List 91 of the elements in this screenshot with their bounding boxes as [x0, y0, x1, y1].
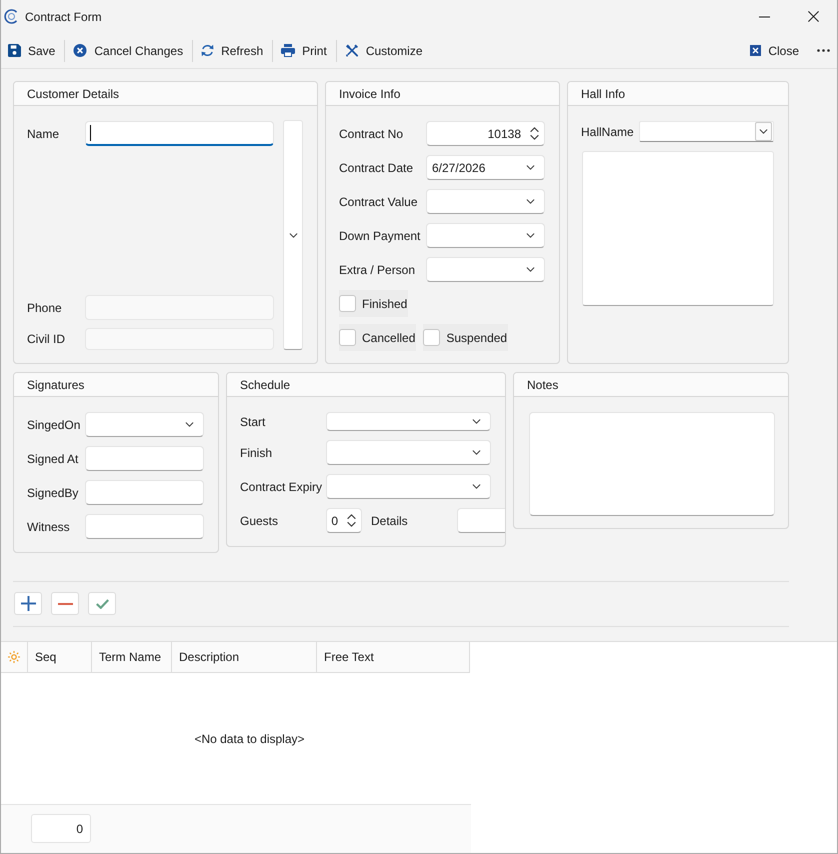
- checkbox-option[interactable]: Suspended: [423, 324, 508, 351]
- sun-icon[interactable]: [8, 651, 20, 663]
- spin-arrows-icon[interactable]: [347, 514, 356, 527]
- field-label: Signed At: [27, 452, 80, 466]
- dropdown-field[interactable]: [85, 412, 204, 437]
- field-label: SingedOn: [27, 418, 82, 432]
- field-label: Contract Value: [339, 194, 418, 208]
- chevron-down-icon: [288, 232, 298, 238]
- text-field[interactable]: [85, 514, 204, 539]
- plus-icon: [20, 596, 36, 611]
- close-button[interactable]: Close: [750, 38, 799, 62]
- customize-button[interactable]: Customize: [344, 38, 422, 62]
- cancel-icon: [73, 44, 88, 57]
- checkbox-option[interactable]: Cancelled: [339, 324, 416, 351]
- checkbox[interactable]: [339, 329, 356, 346]
- dropdown-field[interactable]: [326, 440, 491, 465]
- list-box[interactable]: [582, 151, 774, 306]
- spin-field[interactable]: 10138: [426, 121, 545, 146]
- empty-message: <No data to display>: [194, 732, 305, 746]
- dropdown-field[interactable]: [426, 189, 545, 214]
- print-button[interactable]: Print: [281, 38, 327, 62]
- chevron-down-icon: [472, 484, 481, 489]
- panel-header: Notes: [514, 373, 788, 397]
- chevron-down-icon: [526, 199, 535, 204]
- spin-field[interactable]: 0: [326, 508, 362, 533]
- field-label: Civil ID: [27, 332, 66, 346]
- chevron-down-icon: [759, 129, 768, 134]
- confirm-button[interactable]: [88, 592, 116, 615]
- field-label: Name: [27, 126, 60, 140]
- dropdown-field[interactable]: [326, 474, 491, 499]
- check-icon: [96, 598, 108, 608]
- refresh-button[interactable]: Refresh: [201, 38, 264, 62]
- dropdown-field[interactable]: [639, 121, 774, 142]
- field-label: Down Payment: [339, 228, 422, 242]
- panel-header: Hall Info: [568, 82, 788, 106]
- panel-header: Schedule: [227, 373, 505, 397]
- spin-arrows-icon[interactable]: [530, 127, 539, 140]
- panel-header: Invoice Info: [326, 82, 559, 106]
- refresh-icon: [201, 44, 214, 57]
- field-label: Finish: [240, 446, 274, 460]
- chevron-down-icon: [526, 233, 535, 238]
- chevron-down-icon: [526, 165, 535, 170]
- field-label: Phone: [27, 300, 63, 314]
- field-label: SignedBy: [27, 486, 80, 500]
- printer-icon: [281, 44, 296, 57]
- chevron-down-icon: [185, 422, 194, 427]
- field-label: Details: [371, 514, 409, 528]
- checkbox-option[interactable]: Finished: [339, 290, 408, 317]
- add-button[interactable]: [14, 592, 42, 615]
- checkbox[interactable]: [339, 295, 356, 312]
- panel-header: Customer Details: [14, 82, 317, 106]
- close-icon[interactable]: [808, 11, 819, 22]
- field-label: Guests: [240, 514, 280, 528]
- tools-icon: [344, 44, 359, 57]
- logo-icon: [4, 9, 19, 24]
- minimize-icon[interactable]: [759, 16, 770, 18]
- dropdown-field[interactable]: [426, 223, 545, 248]
- minus-icon: [58, 602, 72, 604]
- field-label: Start: [240, 414, 266, 428]
- cancel-changes-button[interactable]: Cancel Changes: [73, 38, 184, 62]
- column-header[interactable]: Free Text: [317, 642, 470, 672]
- summary-cell: 0: [31, 814, 91, 843]
- field-label: Witness: [27, 520, 71, 534]
- save-button[interactable]: Save: [8, 38, 56, 62]
- field-label: Extra / Person: [339, 262, 416, 276]
- window-title: Contract Form: [25, 10, 102, 24]
- field-label: HallName: [581, 124, 635, 138]
- column-header[interactable]: Description: [172, 642, 317, 672]
- chevron-down-icon: [472, 419, 481, 424]
- column-header[interactable]: Seq: [28, 642, 92, 672]
- checkbox[interactable]: [423, 329, 440, 346]
- chevron-down-icon: [472, 450, 481, 455]
- notes-field[interactable]: [529, 412, 775, 516]
- remove-button[interactable]: [51, 592, 79, 615]
- column-header[interactable]: Term Name: [92, 642, 172, 672]
- text-cursor-icon: [90, 125, 91, 141]
- chevron-down-icon: [526, 267, 535, 272]
- text-field[interactable]: [85, 446, 204, 471]
- more-icon[interactable]: [817, 49, 830, 52]
- field-label: Contract Date: [339, 160, 414, 174]
- dropdown-field[interactable]: 6/27/2026: [426, 155, 545, 180]
- dropdown-field[interactable]: [426, 257, 545, 282]
- text-field[interactable]: [85, 121, 274, 146]
- panel-header: Signatures: [14, 373, 218, 397]
- text-field[interactable]: [85, 480, 204, 505]
- field-label: Contract No: [339, 126, 404, 140]
- dropdown-button[interactable]: [755, 122, 772, 141]
- field-label: Contract Expiry: [240, 480, 324, 494]
- save-icon: [8, 44, 21, 57]
- dropdown-field[interactable]: [326, 412, 491, 431]
- close-icon: [750, 45, 762, 56]
